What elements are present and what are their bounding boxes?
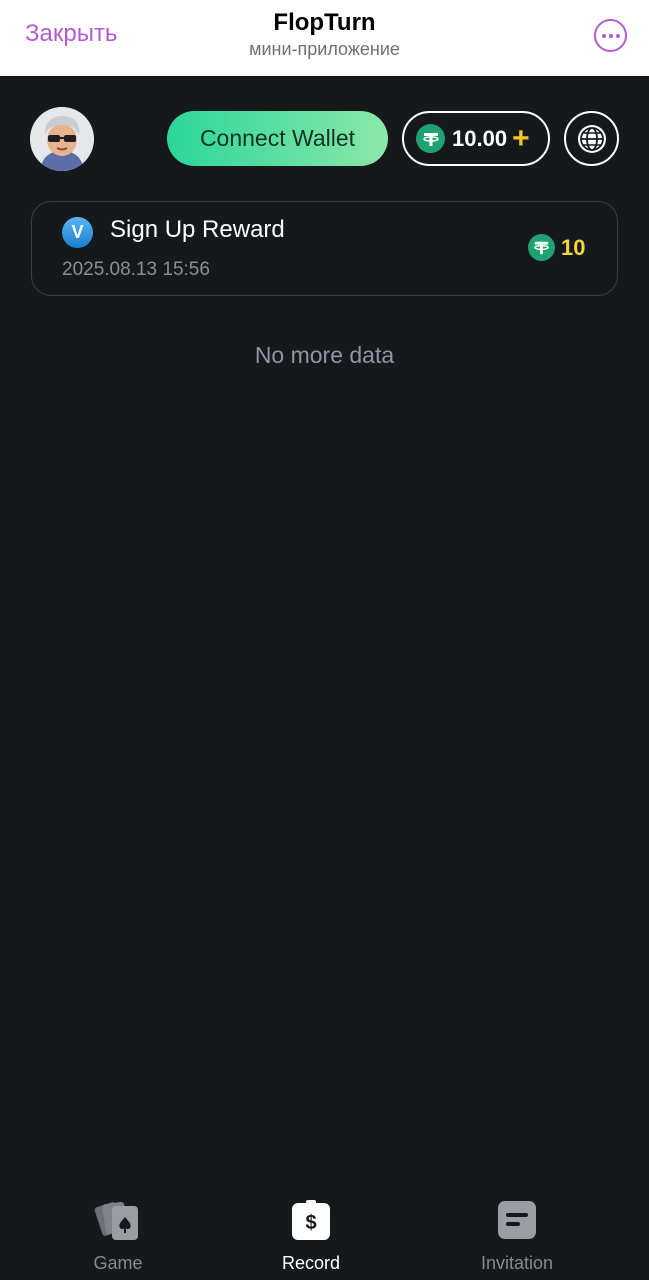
invitation-icon xyxy=(452,1195,582,1245)
avatar[interactable] xyxy=(30,107,94,171)
mini-app-header: Закрыть FlopTurn мини-приложение xyxy=(0,0,649,76)
cards-icon xyxy=(53,1195,183,1245)
tether-icon xyxy=(528,234,555,261)
verified-badge-icon: V xyxy=(62,217,93,248)
more-options-button[interactable] xyxy=(594,19,627,52)
nav-label-invitation: Invitation xyxy=(480,1253,554,1273)
nav-label-record: Record xyxy=(281,1253,341,1273)
list-item[interactable]: V Sign Up Reward 2025.08.13 15:56 10 xyxy=(31,201,618,296)
record-dollar-icon: $ xyxy=(246,1195,376,1245)
app-subtitle: мини-приложение xyxy=(249,39,400,59)
title-block: FlopTurn мини-приложение xyxy=(0,8,649,60)
balance-pill[interactable]: 10.00 + xyxy=(402,111,550,166)
record-amount: 10 xyxy=(528,234,585,261)
svg-text:$: $ xyxy=(305,1212,316,1234)
amount-value: 10 xyxy=(561,234,586,260)
nav-label-game: Game xyxy=(93,1253,143,1273)
more-dot xyxy=(615,33,620,38)
more-dots-icon xyxy=(601,33,606,38)
record-date: 2025.08.13 15:56 xyxy=(62,259,210,280)
connect-wallet-button[interactable]: Connect Wallet xyxy=(167,111,388,166)
bottom-nav: Game $ Record Invitation xyxy=(0,1195,649,1280)
tether-icon xyxy=(416,124,445,153)
nav-item-invitation[interactable]: Invitation xyxy=(452,1195,582,1274)
globe-icon xyxy=(577,124,606,153)
nav-item-record[interactable]: $ Record xyxy=(246,1195,376,1274)
plus-icon[interactable]: + xyxy=(512,123,530,154)
avatar-image xyxy=(30,107,94,171)
more-dot xyxy=(608,33,613,38)
empty-state-text: No more data xyxy=(254,342,395,368)
record-title: Sign Up Reward xyxy=(110,216,285,243)
nav-item-game[interactable]: Game xyxy=(53,1195,183,1274)
app-title: FlopTurn xyxy=(273,9,376,36)
language-button[interactable] xyxy=(564,111,619,166)
balance-value: 10.00 xyxy=(452,125,508,151)
